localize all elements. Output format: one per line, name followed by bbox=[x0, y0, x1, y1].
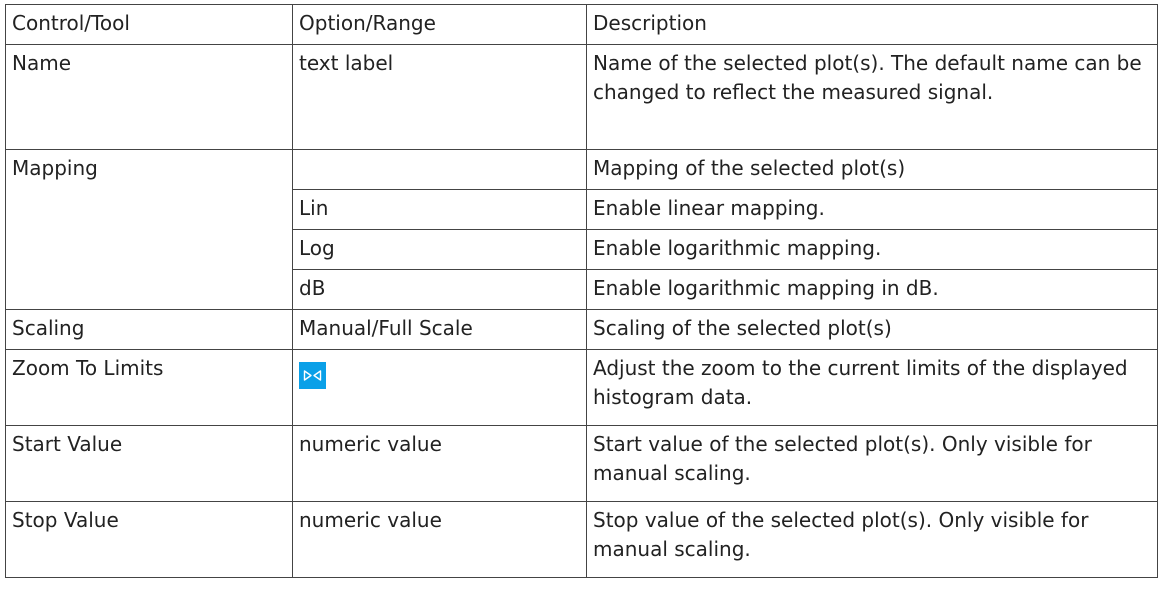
cell-option: numeric value bbox=[292, 425, 587, 502]
controls-table: Control/Tool Option/Range Description Na… bbox=[5, 4, 1158, 578]
cell-control: Start Value bbox=[5, 425, 293, 502]
cell-option bbox=[292, 349, 587, 426]
cell-description: Enable logarithmic mapping. bbox=[586, 229, 1158, 270]
cell-description: Scaling of the selected plot(s) bbox=[586, 309, 1158, 350]
cell-description: Adjust the zoom to the current limits of… bbox=[586, 349, 1158, 426]
cell-option: text label bbox=[292, 44, 587, 150]
cell-control: Zoom To Limits bbox=[5, 349, 293, 426]
cell-control: Mapping bbox=[5, 149, 293, 310]
header-control-tool: Control/Tool bbox=[5, 4, 293, 45]
cell-option bbox=[292, 149, 587, 190]
cell-description: Enable linear mapping. bbox=[586, 189, 1158, 230]
table-header-row: Control/Tool Option/Range Description bbox=[5, 4, 1158, 45]
zoom-to-limits-icon[interactable] bbox=[299, 362, 326, 389]
cell-description: Enable logarithmic mapping in dB. bbox=[586, 269, 1158, 310]
cell-option: numeric value bbox=[292, 501, 587, 578]
cell-description: Stop value of the selected plot(s). Only… bbox=[586, 501, 1158, 578]
cell-option: Manual/Full Scale bbox=[292, 309, 587, 350]
table-row-stop-value: Stop Value numeric value Stop value of t… bbox=[5, 501, 1158, 578]
table-row-scaling: Scaling Manual/Full Scale Scaling of the… bbox=[5, 309, 1158, 350]
header-option-range: Option/Range bbox=[292, 4, 587, 45]
cell-description: Mapping of the selected plot(s) bbox=[586, 149, 1158, 190]
cell-option: dB bbox=[292, 269, 587, 310]
cell-description: Start value of the selected plot(s). Onl… bbox=[586, 425, 1158, 502]
table-row-name: Name text label Name of the selected plo… bbox=[5, 44, 1158, 150]
table-row-start-value: Start Value numeric value Start value of… bbox=[5, 425, 1158, 502]
table-row-zoom-to-limits: Zoom To Limits Adjust the zoom to the cu… bbox=[5, 349, 1158, 426]
cell-control: Scaling bbox=[5, 309, 293, 350]
cell-control: Stop Value bbox=[5, 501, 293, 578]
cell-control: Name bbox=[5, 44, 293, 150]
cell-option: Log bbox=[292, 229, 587, 270]
cell-description: Name of the selected plot(s). The defaul… bbox=[586, 44, 1158, 150]
cell-option: Lin bbox=[292, 189, 587, 230]
header-description: Description bbox=[586, 4, 1158, 45]
table-row-mapping: Mapping Mapping of the selected plot(s) bbox=[5, 149, 1158, 310]
